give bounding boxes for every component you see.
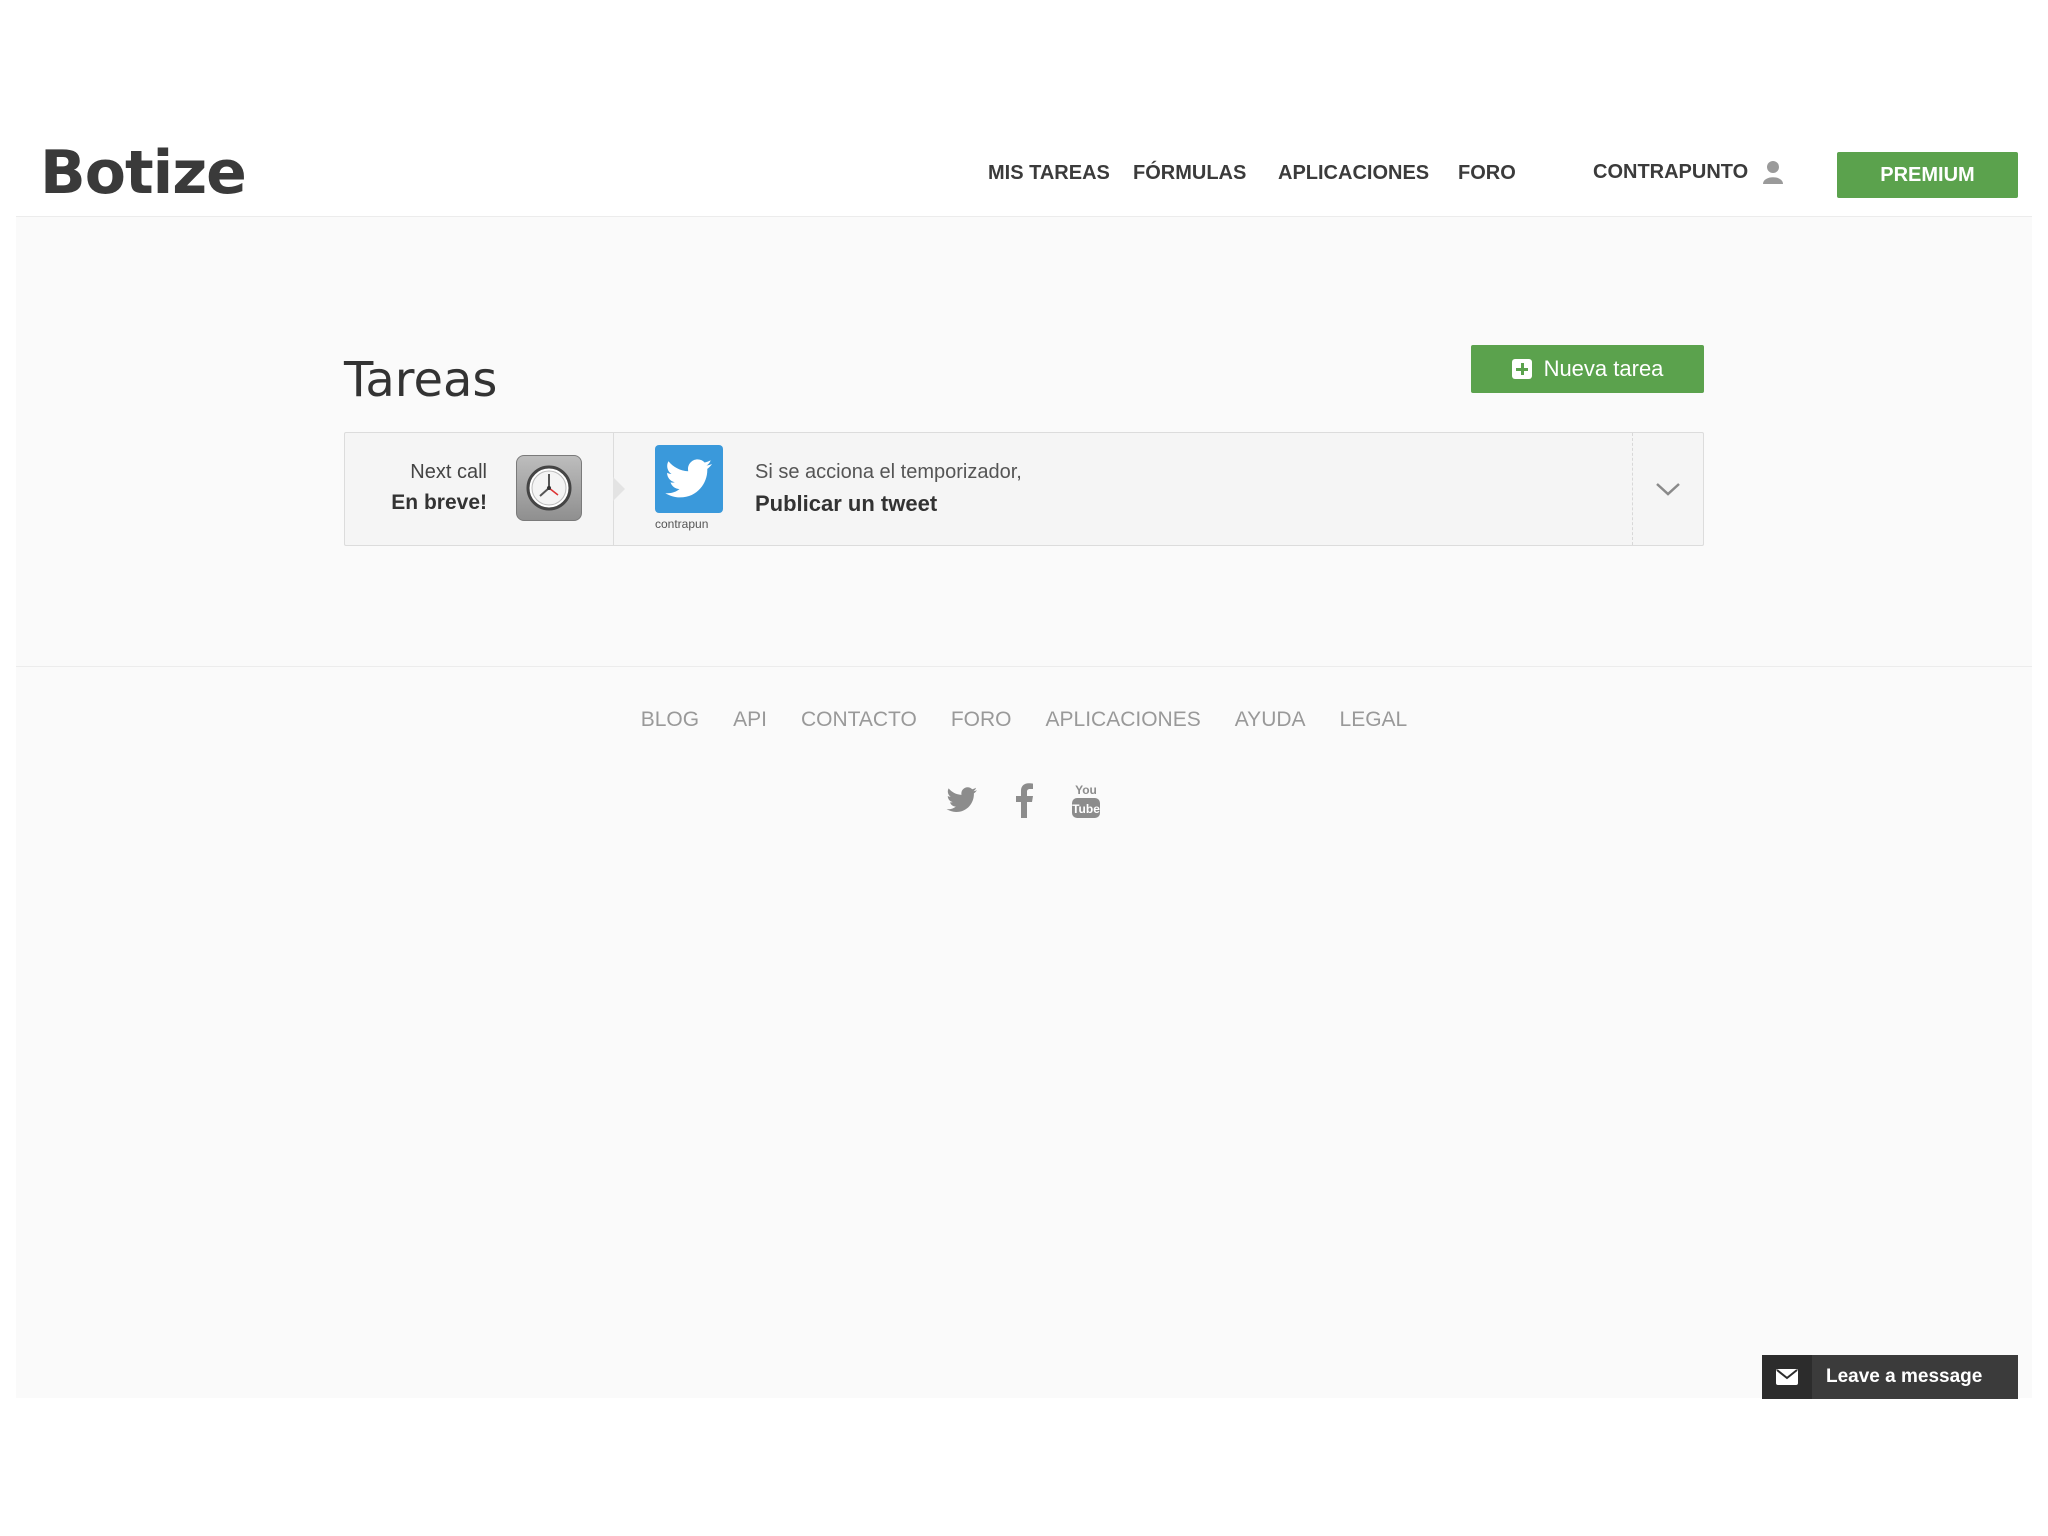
mail-icon [1762,1355,1812,1399]
top-header: Botize MIS TAREAS FÓRMULAS APLICACIONES … [16,130,2032,217]
trigger-panel: Next call En breve! [345,433,614,545]
twitter-account: contrapun [655,517,709,531]
task-card[interactable]: Next call En breve! contrapun Si se acci… [344,432,1704,546]
premium-button[interactable]: PREMIUM [1837,152,2018,198]
leave-message-button[interactable]: Leave a message [1762,1355,2018,1399]
next-call-value: En breve! [391,491,487,514]
leave-message-label: Leave a message [1826,1366,1983,1387]
footer-link-blog[interactable]: BLOG [641,708,699,732]
nav-foro[interactable]: FORO [1458,162,1516,185]
app-container: Botize MIS TAREAS FÓRMULAS APLICACIONES … [16,130,2032,1398]
expand-task[interactable] [1632,433,1703,545]
logo[interactable]: Botize [40,138,247,208]
task-condition: Si se acciona el temporizador, [755,461,1022,483]
youtube-icon[interactable]: You Tube [1070,780,1102,820]
flow-arrow [613,477,625,501]
new-task-button[interactable]: Nueva tarea [1471,345,1704,393]
social-links: You Tube [16,780,2032,820]
chevron-down-icon [1656,483,1680,496]
plus-icon [1511,359,1532,379]
user-menu[interactable]: CONTRAPUNTO [1593,160,1784,184]
footer-link-ayuda[interactable]: AYUDA [1235,708,1306,732]
twitter-icon[interactable] [946,780,978,820]
user-icon [1762,160,1784,184]
footer-divider [16,666,2032,667]
footer-link-legal[interactable]: LEGAL [1340,708,1408,732]
svg-text:You: You [1075,783,1097,797]
page-title: Tareas [344,352,498,408]
twitter-bird-icon [655,445,723,513]
footer-link-aplicaciones[interactable]: APLICACIONES [1046,708,1201,732]
twitter-app[interactable]: contrapun [655,445,725,531]
clock-icon[interactable] [516,455,582,521]
svg-text:Tube: Tube [1072,802,1100,816]
next-call-label: Next call [410,461,487,483]
new-task-label: Nueva tarea [1543,356,1664,381]
footer-link-foro[interactable]: FORO [951,708,1012,732]
nav-aplicaciones[interactable]: APLICACIONES [1278,162,1429,185]
user-name: CONTRAPUNTO [1593,160,1749,183]
footer-link-contacto[interactable]: CONTACTO [801,708,917,732]
nav-formulas[interactable]: FÓRMULAS [1133,162,1246,185]
nav-mis-tareas[interactable]: MIS TAREAS [988,162,1110,185]
task-action: Publicar un tweet [755,491,938,516]
facebook-icon[interactable] [1008,780,1040,820]
footer-links: BLOG API CONTACTO FORO APLICACIONES AYUD… [16,708,2032,732]
footer-link-api[interactable]: API [733,708,767,732]
